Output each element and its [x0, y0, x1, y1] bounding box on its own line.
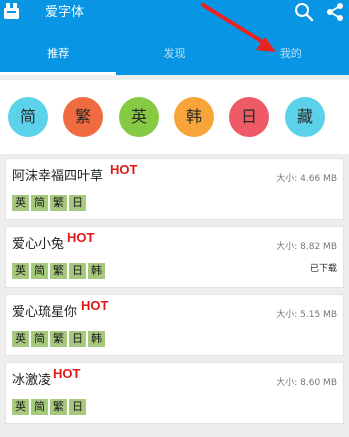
language-tag: 日 — [69, 399, 86, 415]
language-tag: 简 — [31, 399, 48, 415]
hot-badge: HOT — [110, 162, 138, 177]
share-icon[interactable] — [324, 1, 346, 23]
font-size-label: 大小: 8.82 MB — [276, 242, 337, 252]
language-tag: 繁 — [50, 331, 67, 347]
font-name: 爱心小兔 — [12, 237, 65, 252]
font-list-item[interactable]: 爱心小兔 HOT 大小: 8.82 MB 已下载 英 简 繁 日 韩 — [5, 226, 344, 288]
language-tag: 繁 — [50, 263, 67, 279]
tab-bar: 推荐 发现 我的 — [0, 35, 349, 75]
language-tag: 日 — [69, 331, 86, 347]
tab-recommend-label: 推荐 — [47, 47, 70, 60]
app-logo-icon — [4, 3, 19, 19]
font-list-item[interactable]: 冰激凌 HOT 大小: 8.60 MB 英 简 繁 日 — [5, 362, 344, 424]
filter-tibetan[interactable]: 藏 — [285, 97, 325, 137]
font-name: 阿沫幸福四叶草 — [12, 169, 104, 184]
language-tag: 简 — [31, 263, 48, 279]
hot-badge: HOT — [67, 230, 95, 245]
app-title: 爱字体 — [45, 5, 85, 20]
search-icon[interactable] — [294, 2, 314, 22]
hot-badge: HOT — [53, 366, 81, 381]
filter-korean[interactable]: 韩 — [174, 97, 214, 137]
hot-badge: HOT — [81, 298, 109, 313]
language-tag: 简 — [31, 331, 48, 347]
app-bar: 爱字体 推荐 发现 我的 — [0, 0, 349, 75]
language-tag: 韩 — [88, 331, 105, 347]
font-size-label: 大小: 8.60 MB — [276, 378, 337, 388]
tab-recommend[interactable]: 推荐 — [0, 35, 117, 75]
language-tags: 英 简 繁 日 — [12, 399, 86, 415]
filter-english[interactable]: 英 — [119, 97, 159, 137]
language-tag: 繁 — [50, 399, 67, 415]
font-name: 爱心琉星你 — [12, 305, 78, 320]
filter-japanese[interactable]: 日 — [229, 97, 269, 137]
active-tab-indicator — [0, 72, 117, 75]
language-tags: 英 简 繁 日 — [12, 195, 86, 211]
language-tag: 简 — [31, 195, 48, 211]
filter-traditional[interactable]: 繁 — [63, 97, 103, 137]
language-tag: 英 — [12, 399, 29, 415]
download-status: 已下载 — [309, 264, 337, 274]
language-tag: 日 — [69, 263, 86, 279]
language-tags: 英 简 繁 日 韩 — [12, 331, 105, 347]
language-tag: 英 — [12, 195, 29, 211]
font-list-item[interactable]: 爱心琉星你 HOT 大小: 5.15 MB 英 简 繁 日 韩 — [5, 294, 344, 356]
language-tags: 英 简 繁 日 韩 — [12, 263, 105, 279]
language-tag: 韩 — [88, 263, 105, 279]
tab-mine[interactable]: 我的 — [233, 35, 349, 75]
language-tag: 英 — [12, 331, 29, 347]
filter-simplified[interactable]: 简 — [8, 97, 48, 137]
font-size-label: 大小: 4.66 MB — [276, 174, 337, 184]
tab-discover[interactable]: 发现 — [116, 35, 232, 75]
font-size-label: 大小: 5.15 MB — [276, 310, 337, 320]
tab-discover-label: 发现 — [163, 47, 186, 60]
language-tag: 日 — [69, 195, 86, 211]
font-name: 冰激凌 — [12, 373, 52, 388]
font-list-item[interactable]: 阿沫幸福四叶草 HOT 大小: 4.66 MB 英 简 繁 日 — [5, 158, 344, 220]
language-tag: 繁 — [50, 195, 67, 211]
tab-mine-label: 我的 — [279, 47, 302, 60]
language-tag: 英 — [12, 263, 29, 279]
